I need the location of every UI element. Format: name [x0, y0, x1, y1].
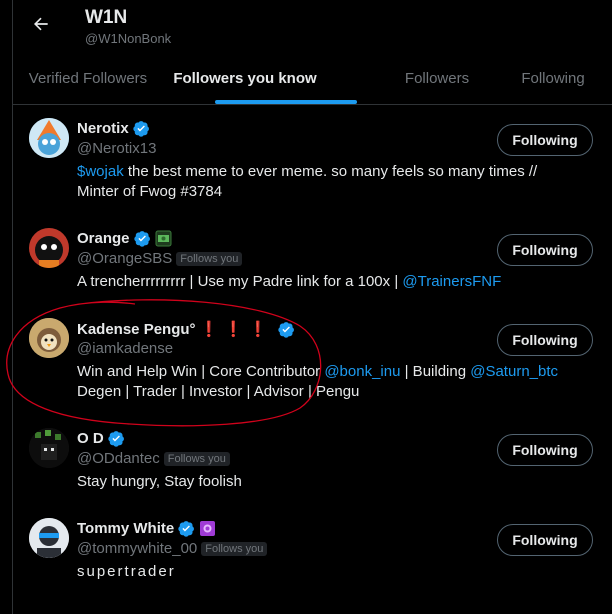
follows-you-badge: Follows you — [201, 541, 268, 556]
following-button[interactable]: Following — [497, 524, 593, 556]
user-name: Kadense Pengu° ❗❗❗ — [77, 320, 295, 338]
user-cell[interactable]: Kadense Pengu° ❗❗❗ @iamkadense Win and H… — [13, 310, 612, 420]
bio-text: Degen | Trader | Investor | Advisor | Pe… — [77, 383, 360, 400]
tab-label: Followers you know — [173, 69, 317, 87]
user-bio: Stay hungry, Stay foolish — [77, 473, 242, 490]
user-handle: @OrangeSBS Follows you — [77, 250, 243, 267]
user-bio: supertrader — [77, 563, 176, 580]
following-button[interactable]: Following — [497, 434, 593, 466]
tab-following[interactable]: Following — [503, 52, 603, 104]
user-handle: @tommywhite_00 Follows you — [77, 540, 268, 557]
user-name: Nerotix — [77, 120, 150, 137]
user-bio: A trencherrrrrrrrr | Use my Padre link f… — [77, 272, 577, 292]
tab-followers[interactable]: Followers — [383, 52, 491, 104]
avatar — [29, 518, 69, 558]
profile-name: W1N — [85, 7, 128, 28]
following-button[interactable]: Following — [497, 324, 593, 356]
user-name-text: Nerotix — [77, 120, 129, 137]
profile-header: W1N @W1NonBonk — [13, 0, 612, 52]
avatar — [29, 228, 69, 268]
handle-text: @ODdantec — [77, 450, 160, 467]
user-handle: @Nerotix13 — [77, 140, 157, 157]
mention-link[interactable]: @TrainersFNF — [402, 273, 501, 290]
tab-verified-followers[interactable]: Verified Followers — [13, 52, 163, 104]
purple-badge-icon — [200, 521, 216, 536]
verified-badge-icon — [133, 121, 149, 137]
user-name-text: O D — [77, 430, 104, 447]
tab-bar: Verified Followers Followers you know Fo… — [13, 52, 612, 105]
tab-label: Followers — [404, 69, 470, 87]
user-handle: @iamkadense — [77, 340, 174, 357]
tab-followers-you-know[interactable]: Followers you know — [163, 52, 357, 104]
money-badge-icon — [155, 230, 172, 247]
bio-text: Minter of Fwog #3784 — [77, 183, 223, 200]
follows-you-badge: Follows you — [176, 251, 243, 266]
follows-you-badge: Follows you — [163, 451, 230, 466]
avatar — [29, 118, 69, 158]
bio-text: | Building — [400, 363, 471, 380]
user-cell[interactable]: O D @ODdantec Follows you Stay hungry, S… — [13, 420, 612, 510]
handle-text: @tommywhite_00 — [77, 540, 198, 557]
main-column: W1N @W1NonBonk Verified Followers Follow… — [12, 0, 612, 614]
avatar — [29, 318, 69, 358]
verified-badge-icon — [133, 231, 150, 247]
verified-badge-icon — [178, 521, 195, 537]
user-bio: $wojak the best meme to ever meme. so ma… — [77, 162, 577, 202]
profile-handle: @W1NonBonk — [85, 31, 172, 46]
verified-badge-icon — [108, 431, 124, 447]
user-cell[interactable]: Nerotix @Nerotix13 $wojak the best meme … — [13, 110, 612, 220]
exclamation-icons: ❗❗❗ — [199, 321, 274, 338]
bio-text: Win and Help Win | Core Contributor — [77, 363, 325, 380]
verified-badge-icon — [277, 321, 294, 338]
handle-text: @OrangeSBS — [77, 250, 173, 267]
user-name: Tommy White — [77, 520, 216, 537]
user-name-text: Orange — [77, 230, 130, 247]
user-cell[interactable]: Tommy White @tommywhite_00 Follows you s… — [13, 510, 612, 600]
mention-link[interactable]: @Saturn_btc — [470, 363, 558, 380]
cashtag-link[interactable]: $wojak — [77, 163, 124, 180]
back-arrow-icon[interactable] — [31, 14, 51, 34]
avatar — [29, 428, 69, 468]
mention-link[interactable]: @bonk_inu — [324, 363, 400, 380]
following-button[interactable]: Following — [497, 234, 593, 266]
user-bio: Win and Help Win | Core Contributor @bon… — [77, 362, 577, 402]
user-cell[interactable]: Orange @OrangeSBS Follows you A trencher… — [13, 220, 612, 310]
user-name: O D — [77, 430, 125, 447]
bio-text: A trencherrrrrrrrr | Use my Padre link f… — [77, 273, 403, 290]
tab-label: Following — [521, 69, 585, 87]
user-name-text: Tommy White — [77, 520, 175, 537]
user-name: Orange — [77, 230, 172, 247]
bio-text: the best meme to ever meme. so many feel… — [123, 163, 538, 180]
user-handle: @ODdantec Follows you — [77, 450, 230, 467]
tab-label: Verified Followers — [28, 69, 148, 87]
active-tab-indicator — [215, 100, 357, 104]
user-name-text: Kadense Pengu° — [77, 320, 196, 338]
following-button[interactable]: Following — [497, 124, 593, 156]
